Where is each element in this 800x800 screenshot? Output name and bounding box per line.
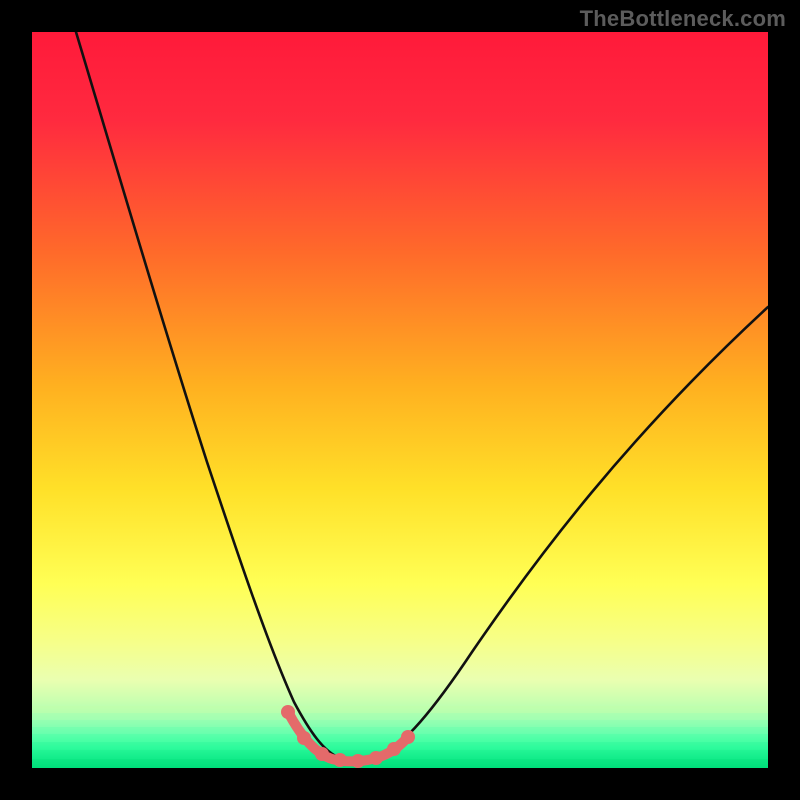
marker-dot xyxy=(281,705,295,719)
chart-canvas xyxy=(32,32,768,768)
marker-dot xyxy=(401,730,415,744)
watermark-label: TheBottleneck.com xyxy=(580,6,786,32)
marker-dot xyxy=(351,754,365,768)
marker-dot xyxy=(315,747,329,761)
marker-dot xyxy=(387,742,401,756)
marker-dot xyxy=(297,731,311,745)
marker-dot xyxy=(333,753,347,767)
plot-background xyxy=(32,32,768,768)
app-frame: TheBottleneck.com xyxy=(0,0,800,800)
marker-dot xyxy=(369,751,383,765)
bottleneck-chart xyxy=(32,32,768,768)
bottom-bands xyxy=(32,706,768,768)
